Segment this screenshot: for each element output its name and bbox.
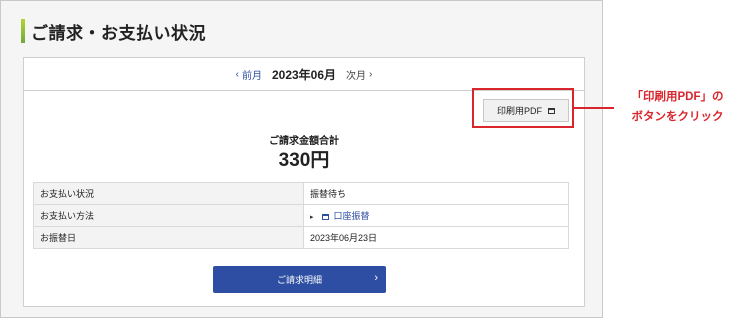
payment-status-value: 振替待ち <box>303 182 569 205</box>
title-accent-bar <box>21 19 25 43</box>
billing-details-label: ご請求明細 <box>276 275 322 285</box>
callout-line-1: 「印刷用PDF」の <box>631 91 724 103</box>
callout-line-2: ボタンをクリック <box>631 111 724 123</box>
billing-details-button[interactable]: ご請求明細 › <box>213 266 386 293</box>
chevron-left-icon: ‹ <box>235 68 239 80</box>
chevron-right-icon: › <box>374 272 378 284</box>
prev-month-label: 前月 <box>241 70 262 82</box>
table-row: お支払い方法 ▸ 口座振替 <box>33 204 569 227</box>
pdf-button-highlight-box <box>472 88 574 128</box>
callout-connector-line <box>574 107 614 109</box>
bank-card-icon <box>322 213 330 220</box>
payment-status-label: お支払い状況 <box>33 182 304 205</box>
table-row: お支払い状況 振替待ち <box>33 182 569 205</box>
current-month: 2023年06月 <box>271 67 337 82</box>
prev-month-link[interactable]: ‹ 前月 <box>236 67 262 82</box>
payment-info-table: お支払い状況 振替待ち お支払い方法 ▸ 口座振替 お振替日 2023年06月2… <box>33 182 569 249</box>
chevron-right-icon: › <box>369 68 373 80</box>
next-month-label: 次月 <box>346 70 367 82</box>
payment-method-cell: ▸ 口座振替 <box>303 204 569 227</box>
payment-method-label: お支払い方法 <box>33 204 304 227</box>
table-row: お振替日 2023年06月23日 <box>33 226 569 249</box>
instruction-callout: 「印刷用PDF」の ボタンをクリック <box>614 87 741 127</box>
page-header: ご請求・お支払い状況 <box>21 19 206 43</box>
total-billing-amount: 330円 <box>278 150 330 171</box>
screenshot-frame: ご請求・お支払い状況 ‹ 前月 2023年06月 次月 › 印刷用PDF ご請求… <box>0 0 603 318</box>
month-navigation: ‹ 前月 2023年06月 次月 › <box>24 58 584 91</box>
transfer-date-label: お振替日 <box>33 226 304 249</box>
page-title: ご請求・お支払い状況 <box>31 23 206 43</box>
expand-triangle-icon: ▸ <box>310 214 314 221</box>
transfer-date-value: 2023年06月23日 <box>303 226 569 249</box>
next-month-link[interactable]: 次月 › <box>346 67 372 82</box>
bank-transfer-label: 口座振替 <box>333 211 370 221</box>
bank-transfer-link[interactable]: 口座振替 <box>322 211 370 221</box>
